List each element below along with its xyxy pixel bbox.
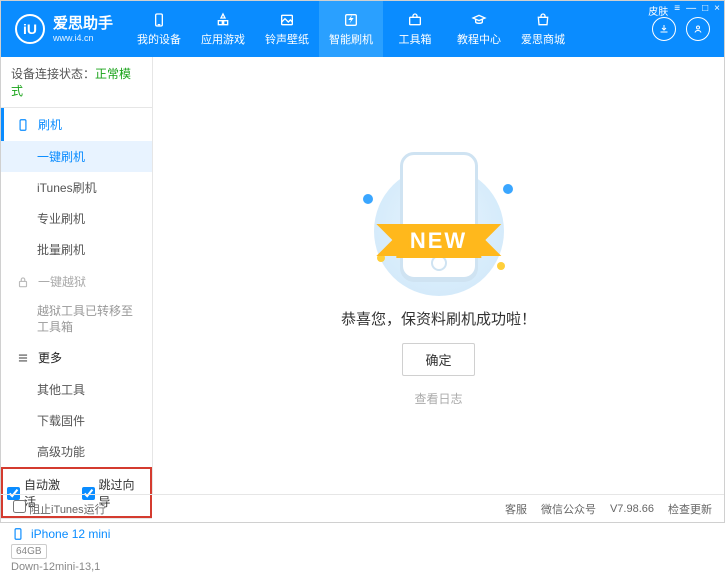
success-message: 恭喜您，保资料刷机成功啦！ [341, 308, 536, 329]
footer-version: V7.98.66 [610, 503, 654, 515]
wallpaper-icon [278, 12, 296, 28]
app-title: 爱思助手 [53, 15, 113, 33]
tab-toolbox[interactable]: 工具箱 [383, 1, 447, 57]
window-controls: 皮肤 ≡ — □ × [648, 3, 720, 18]
flash-icon [342, 12, 360, 28]
device-panel[interactable]: iPhone 12 mini 64GB Down-12mini-13,1 [1, 518, 152, 581]
statusbar-footer: 阻止iTunes运行 客服 微信公众号 V7.98.66 检查更新 [1, 494, 724, 522]
sidebar-head-jailbreak: 一键越狱 [1, 265, 152, 298]
sidebar-head-more[interactable]: 更多 [1, 341, 152, 374]
device-sub: Down-12mini-13,1 [11, 561, 142, 573]
sidebar-item-advanced[interactable]: 高级功能 [1, 436, 152, 467]
phone-icon [150, 12, 168, 28]
phone-icon [16, 118, 30, 132]
nav-tabs: 我的设备 应用游戏 铃声壁纸 智能刷机 工具箱 教程中心 爱思商城 [127, 1, 652, 57]
app-window: 皮肤 ≡ — □ × iU 爱思助手 www.i4.cn 我的设备 应用游戏 铃… [0, 0, 725, 523]
footer-check-update[interactable]: 检查更新 [668, 501, 712, 517]
sidebar-item-download-firmware[interactable]: 下载固件 [1, 405, 152, 436]
footer-wechat[interactable]: 微信公众号 [541, 501, 596, 517]
view-log-link[interactable]: 查看日志 [414, 390, 462, 407]
app-logo-icon: iU [15, 14, 45, 44]
success-illustration: NEW [359, 144, 519, 294]
maximize-button[interactable]: □ [702, 3, 708, 18]
toolbox-icon [406, 12, 424, 28]
close-button[interactable]: × [714, 3, 720, 18]
store-icon [534, 12, 552, 28]
titlebar: 皮肤 ≡ — □ × iU 爱思助手 www.i4.cn 我的设备 应用游戏 铃… [1, 1, 724, 57]
tab-ringtone-wallpaper[interactable]: 铃声壁纸 [255, 1, 319, 57]
list-icon [16, 351, 30, 365]
tab-smart-flash[interactable]: 智能刷机 [319, 1, 383, 57]
skin-button[interactable]: 皮肤 [648, 3, 668, 18]
brand: iU 爱思助手 www.i4.cn [1, 1, 127, 57]
confirm-button[interactable]: 确定 [402, 343, 474, 376]
tab-my-device[interactable]: 我的设备 [127, 1, 191, 57]
tab-tutorials[interactable]: 教程中心 [447, 1, 511, 57]
connection-status: 设备连接状态：正常模式 [1, 57, 152, 108]
tab-apps-games[interactable]: 应用游戏 [191, 1, 255, 57]
minimize-button[interactable]: — [686, 3, 696, 18]
sidebar-head-flash[interactable]: 刷机 [1, 108, 152, 141]
sidebar-item-batch-flash[interactable]: 批量刷机 [1, 234, 152, 265]
main-content: NEW 恭喜您，保资料刷机成功啦！ 确定 查看日志 [153, 57, 724, 494]
apps-icon [214, 12, 232, 28]
device-capacity: 64GB [11, 544, 47, 559]
app-subtitle: www.i4.cn [53, 33, 113, 44]
new-ribbon: NEW [396, 224, 481, 258]
user-icon[interactable] [686, 17, 710, 41]
graduation-icon [470, 12, 488, 28]
sidebar-item-other-tools[interactable]: 其他工具 [1, 374, 152, 405]
sidebar: 设备连接状态：正常模式 刷机 一键刷机 iTunes刷机 专业刷机 批量刷机 一… [1, 57, 153, 494]
download-icon[interactable] [652, 17, 676, 41]
device-name: iPhone 12 mini [31, 527, 110, 541]
sidebar-item-oneclick-flash[interactable]: 一键刷机 [1, 141, 152, 172]
sidebar-item-itunes-flash[interactable]: iTunes刷机 [1, 172, 152, 203]
menu-button[interactable]: ≡ [674, 3, 680, 18]
footer-support[interactable]: 客服 [505, 501, 527, 517]
checkbox-block-itunes[interactable]: 阻止iTunes运行 [13, 500, 106, 517]
lock-icon [16, 275, 30, 289]
phone-icon [11, 527, 25, 541]
sidebar-item-pro-flash[interactable]: 专业刷机 [1, 203, 152, 234]
sidebar-jailbreak-note: 越狱工具已转移至工具箱 [1, 298, 152, 341]
tab-store[interactable]: 爱思商城 [511, 1, 575, 57]
